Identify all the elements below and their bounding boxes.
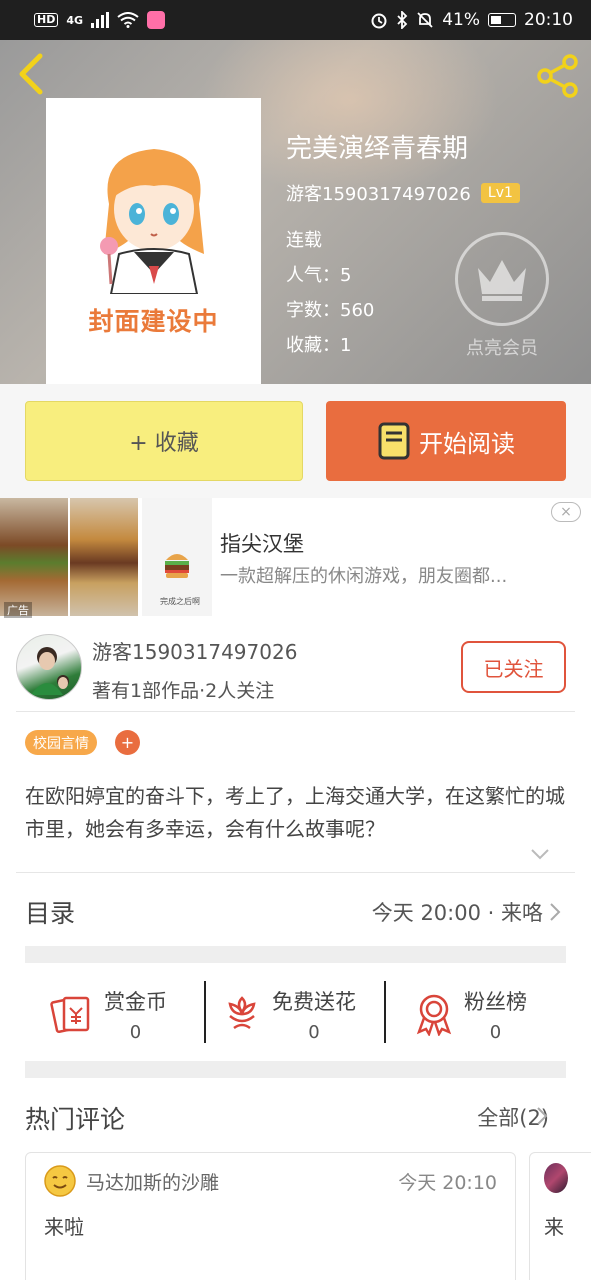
cover-placeholder-text: 封面建设中 <box>88 307 219 336</box>
book-details: 游客1590317497026 著有1部作品·2人关注 已关注 校园言情 + 在… <box>0 624 591 1280</box>
battery-icon <box>488 13 516 27</box>
crown-badge <box>455 232 549 326</box>
start-reading-button[interactable]: 开始阅读 <box>326 401 566 481</box>
book-status: 连载 <box>286 230 322 251</box>
free-flowers-value: 0 <box>308 1021 320 1043</box>
section-separator <box>25 1061 566 1078</box>
back-button[interactable] <box>12 52 52 96</box>
back-arrow-icon <box>19 53 43 95</box>
book-icon <box>378 422 410 460</box>
book-cover[interactable]: 封面建设中 <box>46 98 261 384</box>
fans-ranking-label: 粉丝榜 <box>464 989 527 1014</box>
author-name[interactable]: 游客1590317497026 <box>286 180 471 206</box>
red-envelope-icon <box>50 996 90 1034</box>
clock: 20:10 <box>524 10 573 30</box>
book-word-count: 字数：560 <box>286 300 375 321</box>
comment-card[interactable]: 来 <box>529 1152 591 1280</box>
divider <box>16 711 575 712</box>
crown-icon <box>478 260 526 301</box>
toc-label[interactable]: 目录 <box>25 894 75 930</box>
flower-icon <box>228 996 256 1030</box>
level-badge: Lv1 <box>480 183 520 203</box>
comment-card[interactable]: 马达加斯的沙雕 今天 20:10 来啦 <box>25 1152 516 1280</box>
alarm-icon <box>371 13 387 29</box>
hot-comments-label: 热门评论 <box>25 1105 126 1134</box>
network-type: 4G <box>66 13 84 27</box>
avatar-photo <box>31 647 69 695</box>
membership-label: 点亮会员 <box>466 338 538 359</box>
divider <box>16 872 575 873</box>
share-icon <box>537 54 578 98</box>
free-flowers-button[interactable]: 免费送花 0 <box>222 974 356 1054</box>
author-row: 游客1590317497026 Lv1 <box>286 180 520 206</box>
tag-campus-romance[interactable]: 校园言情 <box>25 730 97 755</box>
book-synopsis: 在欧阳婷宜的奋斗下，考上了，上海交通大学，在这繁忙的城市里，她会有多幸运，会有什… <box>25 784 565 841</box>
membership-button[interactable]: 点亮会员 <box>455 232 549 362</box>
ad-image-game: 完成之后啊 <box>142 498 212 616</box>
action-bar: + 收藏 开始阅读 <box>0 384 591 498</box>
comment-text: 来啦 <box>44 1215 84 1239</box>
app-notification-icon <box>147 11 166 29</box>
signal-icon <box>91 12 110 28</box>
fans-ranking-value: 0 <box>489 1021 502 1043</box>
book-title: 完美演绎青春期 <box>286 134 469 164</box>
comment-time: 今天 20:10 <box>398 1172 497 1194</box>
ad-title: 指尖汉堡 <box>220 532 304 556</box>
follow-button[interactable]: 已关注 <box>461 641 566 693</box>
chevron-right-icon[interactable] <box>536 1106 548 1126</box>
stat-divider <box>204 981 206 1043</box>
hd-indicator: HD <box>34 13 59 27</box>
comment-text: 来 <box>544 1215 564 1239</box>
ad-tag: 广告 <box>4 602 32 618</box>
status-bar: HD 4G 41% 20:10 <box>0 0 591 40</box>
ad-image-burger-2 <box>70 498 138 616</box>
medal-icon <box>416 994 452 1036</box>
section-separator <box>25 946 566 963</box>
stat-divider <box>384 981 386 1043</box>
wifi-icon <box>117 12 139 28</box>
toc-latest-update[interactable]: 今天 20:00 · 来咯 <box>372 897 561 927</box>
commenter-avatar <box>544 1163 568 1193</box>
mute-icon <box>417 12 433 28</box>
commenter-avatar <box>44 1165 76 1197</box>
author-name-secondary[interactable]: 游客1590317497026 <box>92 636 297 665</box>
reward-coins-button[interactable]: 赏金币 0 <box>50 974 167 1054</box>
add-tag-button[interactable]: + <box>115 730 140 755</box>
ad-image-burger-1: 广告 <box>0 498 68 618</box>
reward-coins-label: 赏金币 <box>104 989 167 1014</box>
ad-image-caption: 完成之后啊 <box>160 597 200 606</box>
fans-ranking-button[interactable]: 粉丝榜 0 <box>414 974 527 1054</box>
battery-percent: 41% <box>442 10 480 30</box>
ad-description: 一款超解压的休闲游戏，朋友圈都... <box>220 566 508 587</box>
ad-close-button[interactable]: × <box>551 502 581 522</box>
chevron-down-icon[interactable] <box>530 848 550 860</box>
collect-button[interactable]: + 收藏 <box>25 401 303 481</box>
commenter-name[interactable]: 马达加斯的沙雕 <box>86 1168 219 1195</box>
start-reading-label: 开始阅读 <box>419 429 515 458</box>
toc-update-text: 今天 20:00 · 来咯 <box>371 901 543 925</box>
share-button[interactable] <box>534 52 582 100</box>
book-header: 封面建设中 完美演绎青春期 游客1590317497026 Lv1 连载 人气：… <box>0 40 591 384</box>
author-meta: 著有1部作品·2人关注 <box>92 680 275 702</box>
bluetooth-icon <box>397 11 408 29</box>
chevron-right-icon <box>550 903 561 921</box>
reward-coins-value: 0 <box>129 1021 142 1043</box>
ad-banner[interactable]: 广告 完成之后啊 指尖汉堡 一款超解压的休闲游戏，朋友圈都... × <box>0 498 591 624</box>
author-avatar[interactable] <box>16 634 82 700</box>
free-flowers-label: 免费送花 <box>272 989 356 1014</box>
book-favorites: 收藏：1 <box>286 335 352 356</box>
burger-icon <box>165 554 189 578</box>
anime-girl-illustration <box>99 149 204 294</box>
book-popularity: 人气：5 <box>286 265 352 286</box>
